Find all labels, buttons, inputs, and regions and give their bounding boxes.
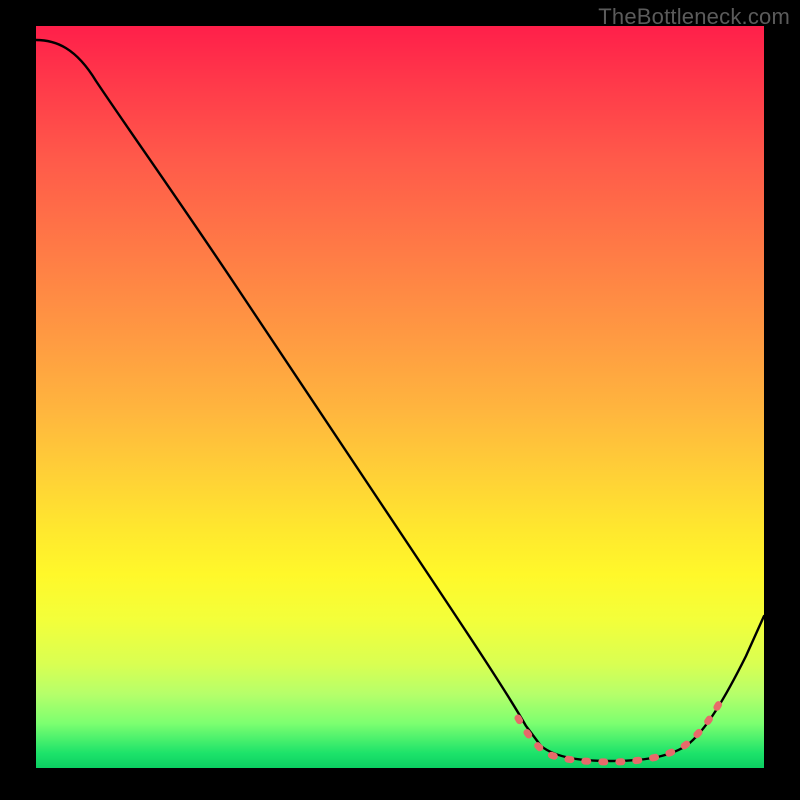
plot-outer bbox=[36, 26, 764, 768]
chart-frame: TheBottleneck.com bbox=[0, 0, 800, 800]
watermark-text: TheBottleneck.com bbox=[598, 4, 790, 30]
heat-gradient-background bbox=[36, 26, 764, 768]
